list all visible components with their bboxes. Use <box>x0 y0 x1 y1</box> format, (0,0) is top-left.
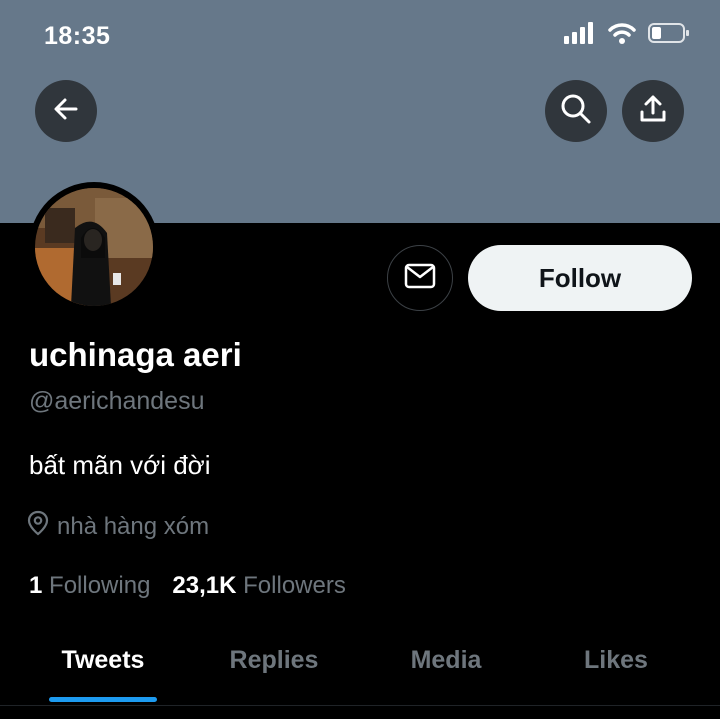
message-button[interactable] <box>387 245 453 311</box>
followers-label: Followers <box>243 572 346 599</box>
follow-stats: 1 Following 23,1K Followers <box>29 572 346 600</box>
back-button[interactable] <box>35 80 97 142</box>
back-arrow-icon <box>52 95 80 128</box>
followers-count: 23,1K <box>172 572 237 599</box>
handle: @aerichandesu <box>29 387 205 415</box>
avatar-image <box>35 188 153 306</box>
signal-icon <box>564 22 596 49</box>
display-name: uchinaga aeri <box>29 336 242 373</box>
active-tab-indicator <box>49 697 157 702</box>
location: nhà hàng xóm <box>27 510 209 543</box>
following-count: 1 <box>29 572 43 599</box>
tab-replies[interactable]: Replies <box>230 646 319 675</box>
bio: bất mãn với đời <box>29 450 211 480</box>
following-link[interactable]: 1 Following <box>29 572 150 600</box>
wifi-icon <box>608 22 636 49</box>
tab-likes[interactable]: Likes <box>584 646 648 675</box>
following-label: Following <box>49 572 151 599</box>
search-button[interactable] <box>545 80 607 142</box>
share-button[interactable] <box>622 80 684 142</box>
battery-icon <box>648 22 690 49</box>
followers-link[interactable]: 23,1K Followers <box>172 572 345 600</box>
profile-tabs: Tweets Replies Media Likes <box>0 630 720 700</box>
tab-media[interactable]: Media <box>411 646 482 675</box>
avatar[interactable] <box>29 182 159 312</box>
location-pin-icon <box>27 510 49 543</box>
tabs-divider <box>0 705 720 706</box>
search-icon <box>560 93 592 130</box>
mail-icon <box>404 263 436 294</box>
follow-button[interactable]: Follow <box>468 245 692 311</box>
share-icon <box>638 94 668 129</box>
status-icons <box>564 22 690 49</box>
tab-tweets[interactable]: Tweets <box>62 646 145 675</box>
location-text: nhà hàng xóm <box>57 512 210 540</box>
status-time: 18:35 <box>44 22 111 50</box>
